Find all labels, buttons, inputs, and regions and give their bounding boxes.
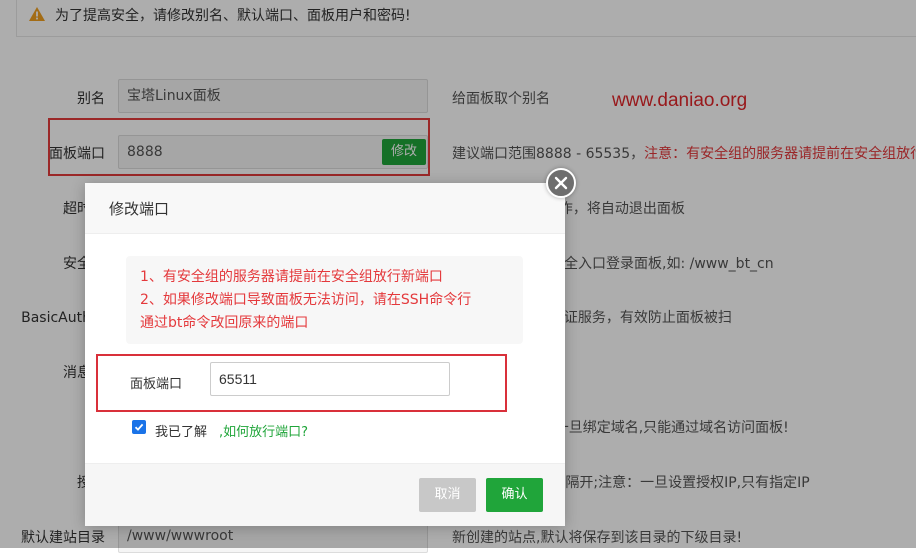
check-icon bbox=[134, 423, 144, 431]
dialog-header: 修改端口 bbox=[85, 183, 565, 234]
how-to-open-port-link[interactable]: ,如何放行端口? bbox=[219, 421, 308, 440]
notice-line-1: 1、有安全组的服务器请提前在安全组放行新端口 bbox=[140, 269, 443, 285]
close-icon[interactable] bbox=[546, 168, 576, 198]
port-notice: 1、有安全组的服务器请提前在安全组放行新端口 2、如果修改端口导致面板无法访问，… bbox=[126, 256, 523, 344]
new-port-input[interactable] bbox=[210, 362, 450, 396]
new-port-label: 面板端口 bbox=[130, 377, 183, 392]
confirm-button[interactable]: 确认 bbox=[486, 478, 543, 512]
modify-port-dialog: 修改端口 1、有安全组的服务器请提前在安全组放行新端口 2、如果修改端口导致面板… bbox=[85, 168, 576, 526]
cancel-button[interactable]: 取消 bbox=[419, 478, 476, 512]
acknowledge-label[interactable]: 我已了解 bbox=[155, 421, 207, 440]
notice-line-2: 2、如果修改端口导致面板无法访问，请在SSH命令行 bbox=[140, 292, 472, 308]
notice-line-3: 通过bt命令改回原来的端口 bbox=[140, 315, 309, 331]
acknowledge-checkbox[interactable] bbox=[132, 420, 146, 434]
dialog-footer: 取消 确认 bbox=[85, 463, 565, 526]
dialog-title: 修改端口 bbox=[109, 200, 170, 218]
